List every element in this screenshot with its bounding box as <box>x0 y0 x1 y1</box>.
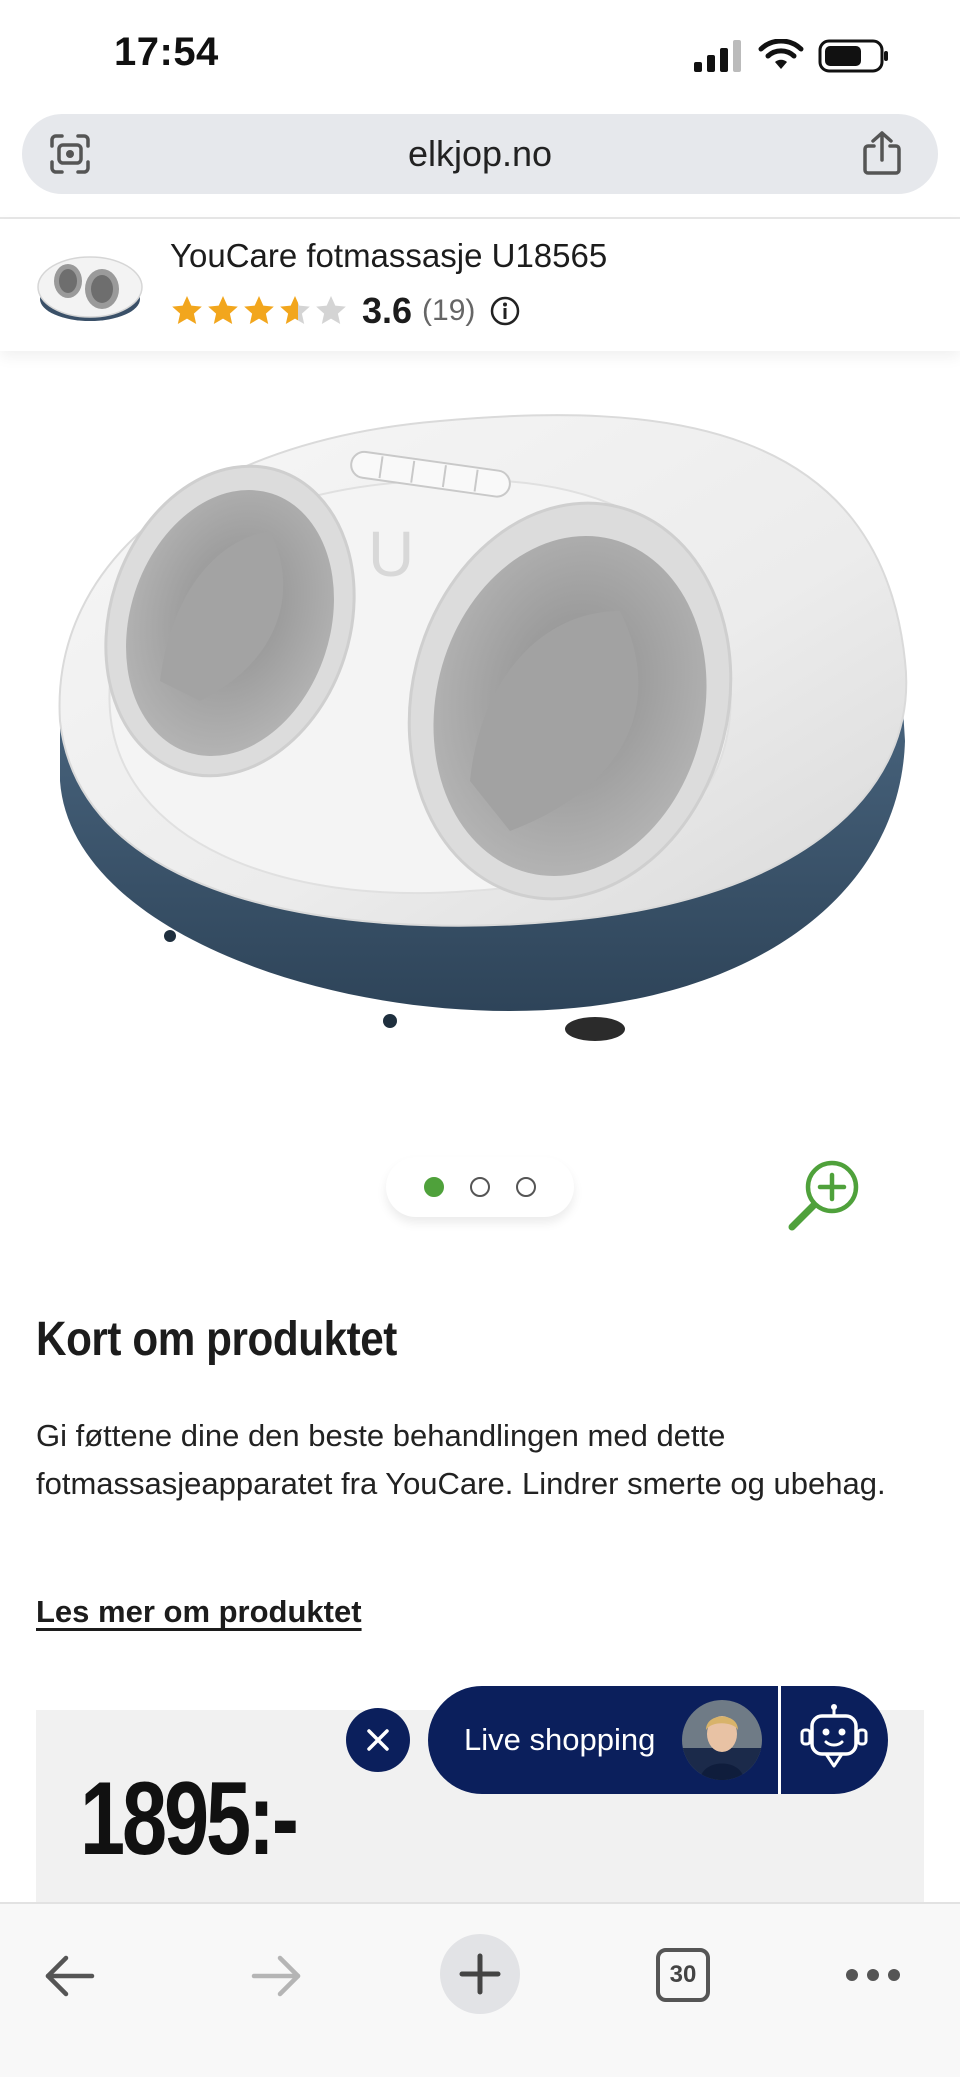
rating-value: 3.6 <box>362 290 413 331</box>
product-image-carousel[interactable]: U <box>0 351 960 1237</box>
info-icon[interactable] <box>489 295 521 327</box>
product-name: YouCare fotmassasje U18565 <box>170 237 608 274</box>
product-image[interactable]: U <box>40 361 920 1061</box>
battery-icon <box>818 39 888 73</box>
forward-icon[interactable] <box>246 1946 306 2006</box>
section-title: Kort om produktet <box>36 1313 397 1366</box>
sticky-product-header[interactable]: YouCare fotmassasje U18565 3.6 (19) <box>0 219 960 351</box>
carousel-dot[interactable] <box>516 1177 536 1197</box>
product-thumbnail[interactable] <box>36 241 144 331</box>
close-icon <box>367 1729 389 1751</box>
wifi-icon <box>758 39 804 69</box>
star-icon <box>244 296 274 324</box>
star-icon <box>280 296 310 324</box>
review-count[interactable]: (19) <box>422 294 475 328</box>
star-rating <box>170 294 348 328</box>
zoom-in-icon[interactable] <box>784 1155 866 1237</box>
carousel-dot[interactable] <box>470 1177 490 1197</box>
divider <box>778 1686 781 1794</box>
carousel-pager[interactable] <box>386 1157 574 1217</box>
star-icon <box>316 296 346 324</box>
live-shopping-label: Live shopping <box>464 1722 656 1757</box>
tabs-button[interactable]: 30 <box>656 1948 710 2002</box>
status-time: 17:54 <box>114 30 219 74</box>
signal-icon <box>694 40 741 72</box>
carousel-dot[interactable] <box>424 1177 444 1197</box>
more-options-icon[interactable] <box>846 1950 900 2000</box>
browser-toolbar: 30 <box>0 1902 960 2077</box>
star-icon <box>172 296 202 324</box>
status-bar: 17:54 <box>0 0 960 112</box>
live-shopping-close-button[interactable] <box>346 1708 410 1772</box>
address-bar[interactable]: elkjop.no <box>22 114 938 194</box>
read-more-link[interactable]: Les mer om produktet <box>36 1594 362 1630</box>
status-icons <box>694 36 890 76</box>
rating-row[interactable]: 3.6 (19) <box>170 289 521 333</box>
live-shopping-button[interactable]: Live shopping <box>428 1686 888 1794</box>
new-tab-button[interactable] <box>440 1934 520 2014</box>
share-icon[interactable] <box>860 130 904 176</box>
price: 1895:- <box>80 1761 299 1877</box>
chatbot-icon[interactable] <box>796 1702 872 1778</box>
back-icon[interactable] <box>40 1946 100 2006</box>
svg-text:U: U <box>368 518 414 590</box>
url-text[interactable]: elkjop.no <box>22 114 938 194</box>
plus-icon <box>459 1953 501 1995</box>
star-icon <box>208 296 238 324</box>
host-avatar <box>682 1700 762 1780</box>
product-description: Gi føttene dine den beste behandlingen m… <box>36 1418 886 1501</box>
